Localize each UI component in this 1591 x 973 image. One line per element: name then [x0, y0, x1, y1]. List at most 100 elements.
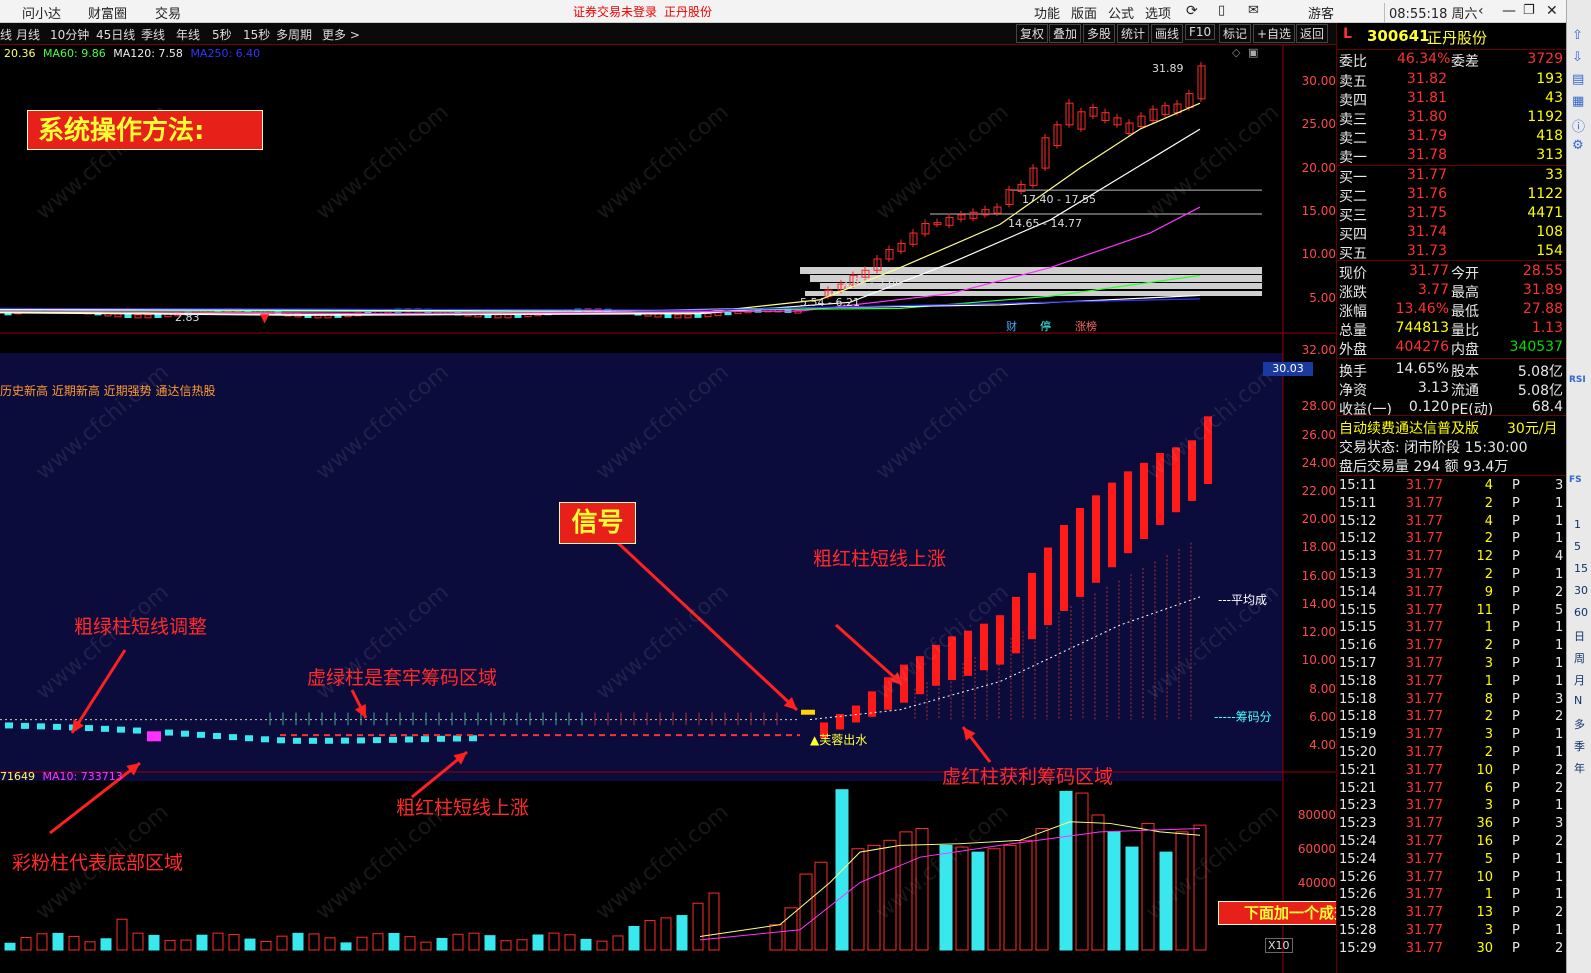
- range-label: 14.65 - 14.77: [1008, 217, 1082, 230]
- side-text-RSI[interactable]: RSI: [1569, 375, 1586, 385]
- side-period-button[interactable]: 5: [1574, 540, 1581, 553]
- period-15s[interactable]: 15秒: [243, 26, 270, 43]
- f10-button[interactable]: F10: [1185, 24, 1216, 40]
- orderbook-price[interactable]: 31.74: [1397, 224, 1447, 240]
- period-10min[interactable]: 10分钟: [50, 26, 89, 43]
- orderbook-price[interactable]: 31.80: [1397, 109, 1447, 125]
- volume-bar: [132, 932, 144, 951]
- tick-time: 15:13: [1339, 567, 1377, 582]
- green-bar: [229, 734, 237, 741]
- restore-icon[interactable]: ❐: [1523, 3, 1535, 18]
- refresh-icon[interactable]: ⟳: [1186, 3, 1198, 19]
- chart-icon[interactable]: ▤: [1572, 72, 1584, 87]
- promo-text[interactable]: 自动续费通达信普及版: [1339, 418, 1479, 438]
- menu-layout[interactable]: 版面: [1071, 3, 1097, 22]
- menu-wenxiaoda[interactable]: 问小达: [22, 3, 61, 22]
- tick-time: 15:23: [1339, 798, 1377, 814]
- period-45day[interactable]: 45日线: [96, 26, 135, 43]
- menu-caifuquan[interactable]: 财富圈: [88, 3, 127, 22]
- green-bar: [373, 737, 381, 744]
- tick-price: 31.77: [1405, 780, 1443, 796]
- return-button[interactable]: 返回: [1296, 24, 1329, 43]
- green-bar: [165, 729, 173, 736]
- period-year[interactable]: 年线: [176, 26, 200, 43]
- menu-formula[interactable]: 公式: [1108, 3, 1134, 22]
- arrow-up-icon[interactable]: ⇧: [1572, 28, 1583, 43]
- table-icon[interactable]: ▦: [1572, 94, 1584, 109]
- green-bar: [101, 725, 109, 732]
- promo-price[interactable]: 30元/月: [1507, 418, 1558, 438]
- tick-time: 15:18: [1339, 673, 1377, 689]
- stat-label: 净资: [1339, 383, 1367, 399]
- down-marker: ▼: [260, 311, 270, 325]
- volume-bar: [708, 892, 720, 951]
- period-month[interactable]: 月线: [16, 26, 40, 43]
- menu-function[interactable]: 功能: [1034, 3, 1060, 22]
- back-icon[interactable]: ‹: [1478, 3, 1484, 19]
- orderbook-price[interactable]: 31.76: [1397, 186, 1447, 202]
- draw-line-button[interactable]: 画线: [1151, 24, 1184, 43]
- side-period-button[interactable]: 月: [1574, 672, 1585, 688]
- stat-label: 涨幅: [1339, 304, 1367, 320]
- chart-canvas[interactable]: ▼: [0, 45, 1336, 973]
- mark-button[interactable]: 标记: [1219, 24, 1252, 43]
- stat-value: 3.77: [1417, 282, 1449, 298]
- restore-rights-button[interactable]: 复权: [1016, 24, 1049, 43]
- side-period-button[interactable]: 15: [1574, 562, 1588, 575]
- diamond-icon[interactable]: ◇: [1232, 46, 1240, 59]
- menu-options[interactable]: 选项: [1145, 3, 1171, 22]
- period-multi[interactable]: 多周期: [276, 26, 312, 43]
- minimize-icon[interactable]: —: [1502, 3, 1516, 19]
- login-status[interactable]: 证券交易未登录: [573, 3, 657, 20]
- arrow-down-icon[interactable]: ⇩: [1572, 50, 1583, 65]
- period-5s[interactable]: 5秒: [212, 26, 232, 43]
- orderbook-price[interactable]: 31.81: [1397, 90, 1447, 106]
- settings-icon[interactable]: ⚙: [1572, 138, 1584, 153]
- side-period-button[interactable]: 日: [1574, 628, 1585, 644]
- orderbook-price[interactable]: 31.73: [1397, 243, 1447, 259]
- orderbook-price[interactable]: 31.79: [1397, 128, 1447, 144]
- info-icon[interactable]: ⓘ: [1572, 116, 1585, 135]
- tick-time: 15:13: [1339, 549, 1377, 565]
- side-period-button[interactable]: 年: [1574, 760, 1585, 776]
- phone-icon[interactable]: ▯: [1218, 3, 1225, 18]
- stats-button[interactable]: 统计: [1117, 24, 1150, 43]
- badge-finance[interactable]: 财: [1006, 318, 1017, 334]
- side-period-button[interactable]: 周: [1574, 650, 1585, 666]
- orderbook-price[interactable]: 31.78: [1397, 147, 1447, 163]
- top-menu-bar: 问小达 财富圈 交易 证券交易未登录 正丹股份 功能 版面 公式 选项 ⟳ ▯ …: [0, 0, 1591, 23]
- stat-label: 股本: [1451, 364, 1479, 380]
- volume-bar: [1003, 844, 1017, 951]
- side-period-button[interactable]: N: [1574, 694, 1582, 707]
- user-guest[interactable]: 游客: [1308, 3, 1334, 22]
- orderbook-price[interactable]: 31.75: [1397, 205, 1447, 221]
- volume-bar: [292, 932, 304, 951]
- more-button[interactable]: 更多 >: [322, 26, 360, 43]
- side-period-button[interactable]: 30: [1574, 584, 1588, 597]
- side-period-button[interactable]: 1: [1574, 518, 1581, 531]
- green-bar: [213, 732, 221, 739]
- badge-rise-list[interactable]: 涨榜: [1075, 318, 1097, 334]
- panel-settings-icon[interactable]: ▣: [1248, 46, 1258, 59]
- side-period-button[interactable]: 60: [1574, 606, 1588, 619]
- orderbook-price[interactable]: 31.77: [1397, 167, 1447, 183]
- add-watchlist-button[interactable]: +自选: [1253, 24, 1296, 43]
- multi-stock-button[interactable]: 多股: [1083, 24, 1116, 43]
- badge-suspend[interactable]: 停: [1040, 318, 1051, 334]
- menu-trade[interactable]: 交易: [155, 3, 181, 22]
- period-season[interactable]: 季线: [141, 26, 165, 43]
- close-icon[interactable]: ✕: [1546, 3, 1558, 19]
- orderbook-price[interactable]: 31.82: [1397, 71, 1447, 87]
- side-text-FS[interactable]: FS: [1569, 475, 1582, 485]
- side-period-button[interactable]: 多: [1574, 716, 1585, 732]
- overlay-button[interactable]: 叠加: [1049, 24, 1082, 43]
- low-price-label: 2.83: [175, 311, 200, 324]
- side-period-button[interactable]: 季: [1574, 738, 1585, 754]
- candle: [124, 313, 132, 318]
- period-week[interactable]: 线: [0, 26, 12, 43]
- volume-bar: [769, 924, 783, 951]
- orderbook-label: 卖四: [1339, 93, 1367, 109]
- range-label: 17.40 - 17.55: [1022, 193, 1096, 206]
- mail-icon[interactable]: ✉: [1248, 3, 1259, 18]
- tick-volume: 3: [1484, 798, 1493, 814]
